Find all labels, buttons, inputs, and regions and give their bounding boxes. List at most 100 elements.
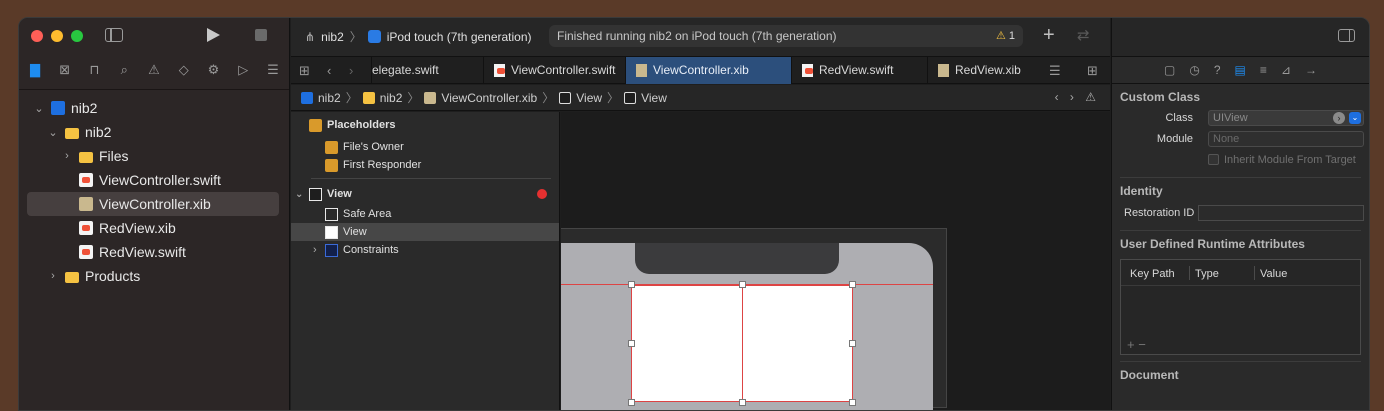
resize-handle[interactable] — [628, 399, 635, 406]
outline-subview[interactable]: View — [291, 223, 559, 241]
placeholder-cube-icon — [325, 158, 338, 172]
tree-item[interactable]: › Products — [19, 264, 289, 288]
jumpbar-item[interactable]: View — [576, 91, 602, 105]
grid-icon[interactable]: ⊞ — [299, 63, 310, 79]
help-inspector-icon[interactable]: ? — [1214, 63, 1221, 77]
tree-item[interactable]: ⌄ nib2 — [19, 120, 289, 144]
tree-item[interactable]: ViewController.xib — [27, 192, 279, 216]
sidebar-toggle-icon[interactable] — [105, 28, 123, 42]
scheme-selector[interactable]: ⋔ nib2 〉 iPod touch (7th generation) — [305, 28, 532, 45]
report-icon[interactable]: ☰ — [265, 63, 281, 77]
tree-item[interactable]: ViewController.swift — [19, 168, 289, 192]
column-header[interactable]: Type — [1195, 268, 1219, 280]
tree-item[interactable]: RedView.swift — [19, 240, 289, 264]
size-inspector-icon[interactable]: ⊿ — [1281, 63, 1291, 77]
resize-handle[interactable] — [849, 340, 856, 347]
go-to-class-icon[interactable]: › — [1333, 112, 1345, 124]
jumpbar-item[interactable]: ViewController.xib — [441, 91, 537, 105]
code-review-button[interactable]: ⇄ — [1077, 26, 1090, 44]
zoom-window-button[interactable] — [71, 30, 83, 42]
tree-item[interactable]: › Files — [19, 144, 289, 168]
breakpoint-icon[interactable]: ▷ — [235, 63, 251, 77]
outline-constraints[interactable]: › Constraints — [291, 241, 559, 259]
resize-handle[interactable] — [628, 281, 635, 288]
warning-badge[interactable]: ⚠ 1 — [996, 25, 1015, 47]
activity-status: Finished running nib2 on iPod touch (7th… — [549, 25, 1023, 47]
column-divider — [1254, 266, 1255, 280]
restoration-id-input[interactable] — [1198, 205, 1364, 221]
add-editor-icon[interactable]: ⊞ — [1087, 63, 1098, 79]
inspector-toggle-icon[interactable] — [1338, 29, 1355, 42]
resize-handle[interactable] — [739, 281, 746, 288]
chevron-right-icon: › — [313, 244, 317, 256]
field-label: Class — [1165, 112, 1193, 124]
stop-icon[interactable] — [255, 29, 267, 41]
inherit-module-checkbox[interactable] — [1208, 154, 1219, 165]
editor-tab[interactable]: RedView.swift — [791, 57, 927, 84]
test-icon[interactable]: ◇ — [176, 63, 192, 77]
tree-item[interactable]: ⌄ nib2 — [19, 96, 289, 120]
xcode-window: ▇ ⊠ ⊓ ⌕ ⚠ ◇ ⚙ ▷ ☰ ⌄ nib2 ⌄ nib2 › Files ViewController… — [18, 17, 1370, 411]
history-inspector-icon[interactable]: ◷ — [1189, 63, 1199, 77]
jumpbar-item[interactable]: nib2 — [380, 91, 403, 105]
run-icon[interactable] — [207, 28, 220, 42]
file-inspector-icon[interactable]: ▢ — [1164, 63, 1175, 77]
editor-options-icon[interactable]: ☰ — [1049, 63, 1061, 79]
outline-placeholder-item[interactable]: File's Owner — [291, 138, 559, 156]
resize-handle[interactable] — [739, 399, 746, 406]
resize-handle[interactable] — [849, 399, 856, 406]
source-control-icon[interactable]: ⊠ — [57, 63, 73, 77]
editor-tab[interactable]: ViewController.swift — [483, 57, 625, 84]
library-button[interactable]: + — [1043, 24, 1055, 47]
tab-label: ViewController.swift — [511, 63, 616, 77]
tree-item-label: nib2 — [85, 124, 112, 140]
column-header[interactable]: Key Path — [1130, 268, 1175, 280]
column-header[interactable]: Value — [1260, 268, 1287, 280]
editor-tab[interactable]: ViewController.xib — [625, 57, 791, 84]
subview-right[interactable] — [742, 285, 853, 402]
column-divider — [1189, 266, 1190, 280]
tree-item-label: Products — [85, 268, 141, 284]
error-icon[interactable] — [537, 189, 547, 199]
symbol-icon[interactable]: ⊓ — [87, 63, 103, 77]
chevron-down-icon[interactable]: ⌄ — [47, 126, 59, 139]
jumpbar-nav-controls[interactable]: ‹ › ⚠ — [1055, 90, 1100, 104]
resize-handle[interactable] — [849, 281, 856, 288]
folder-icon[interactable]: ▇ — [27, 63, 43, 77]
jumpbar-item[interactable]: View — [641, 91, 667, 105]
interface-builder-canvas[interactable] — [561, 112, 1110, 410]
issue-icon[interactable]: ⚠ — [146, 63, 162, 77]
runtime-attributes-table[interactable]: Key Path Type Value + − — [1120, 259, 1361, 355]
resize-handle[interactable] — [628, 340, 635, 347]
chevron-down-icon[interactable]: ⌄ — [33, 102, 45, 115]
forward-icon[interactable]: › — [349, 63, 353, 78]
close-window-button[interactable] — [31, 30, 43, 42]
field-label: Module — [1156, 133, 1193, 145]
project-icon — [51, 101, 65, 115]
outline-view-root[interactable]: ⌄ View — [291, 183, 559, 205]
find-icon[interactable]: ⌕ — [116, 63, 132, 77]
back-icon[interactable]: ‹ — [327, 63, 331, 78]
connections-inspector-icon[interactable]: → — [1305, 63, 1317, 77]
section-title: Identity — [1120, 184, 1163, 198]
editor-tab[interactable]: RedView.xib — [927, 57, 1039, 84]
add-remove-buttons[interactable]: + − — [1127, 337, 1146, 352]
attributes-inspector-icon[interactable]: ≡ — [1260, 63, 1267, 77]
tree-item[interactable]: RedView.xib — [19, 216, 289, 240]
editor-tab[interactable]: elegate.swift — [371, 57, 483, 84]
module-select[interactable]: None — [1208, 131, 1364, 147]
outline-placeholders[interactable]: Placeholders — [291, 112, 559, 138]
identity-inspector-icon[interactable]: ▤ — [1235, 63, 1246, 77]
outline-safe-area[interactable]: Safe Area — [291, 205, 559, 223]
chevron-right-icon[interactable]: › — [61, 150, 73, 162]
class-input[interactable]: UIView › ⌄ — [1208, 110, 1364, 126]
debug-icon[interactable]: ⚙ — [206, 63, 222, 77]
subview-left[interactable] — [631, 285, 743, 402]
chevron-right-icon[interactable]: › — [47, 270, 59, 282]
chevron-right-icon: 〉 — [607, 91, 620, 105]
jumpbar-item[interactable]: nib2 — [318, 91, 341, 105]
outline-label: Constraints — [343, 244, 399, 256]
outline-placeholder-item[interactable]: First Responder — [291, 156, 559, 174]
dropdown-icon[interactable]: ⌄ — [1349, 112, 1361, 124]
minimize-window-button[interactable] — [51, 30, 63, 42]
